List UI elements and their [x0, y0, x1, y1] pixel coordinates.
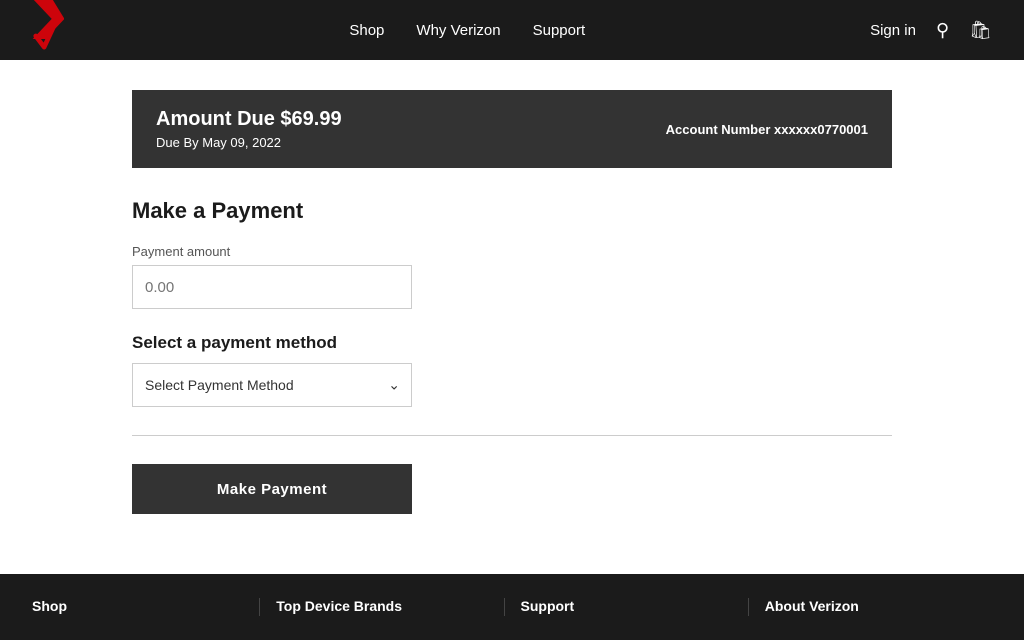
- payment-amount-label: Payment amount: [132, 244, 892, 259]
- payment-method-label: Select a payment method: [132, 333, 892, 353]
- footer-col-about: About Verizon: [749, 598, 992, 616]
- due-date: Due By May 09, 2022: [156, 135, 342, 150]
- divider: [132, 435, 892, 436]
- payment-method-select[interactable]: Select Payment Method: [132, 363, 412, 407]
- nav-shop[interactable]: Shop: [349, 22, 384, 39]
- sign-in-link[interactable]: Sign in: [870, 22, 916, 39]
- nav-logo[interactable]: [32, 0, 64, 62]
- main-content: Amount Due $69.99 Due By May 09, 2022 Ac…: [112, 60, 912, 574]
- payment-method-wrapper: Select Payment Method ⌄: [132, 363, 412, 407]
- footer-col-title-about: About Verizon: [765, 598, 859, 614]
- search-icon[interactable]: ⚲: [936, 20, 949, 41]
- footer-col-title-brands: Top Device Brands: [276, 598, 402, 614]
- nav-support[interactable]: Support: [533, 22, 586, 39]
- nav-links: Shop Why Verizon Support: [349, 22, 585, 39]
- footer-col-title-shop: Shop: [32, 598, 67, 614]
- account-number-value: xxxxxx0770001: [774, 122, 868, 137]
- payment-method-group: Select a payment method Select Payment M…: [132, 333, 892, 407]
- page-title: Make a Payment: [132, 198, 892, 224]
- footer-col-shop: Shop: [32, 598, 260, 616]
- amount-due-title: Amount Due $69.99: [156, 108, 342, 131]
- payment-amount-group: Payment amount: [132, 244, 892, 309]
- account-number: Account Number xxxxxx0770001: [666, 122, 868, 137]
- footer-col-brands: Top Device Brands: [260, 598, 504, 616]
- footer: Shop Top Device Brands Support About Ver…: [0, 574, 1024, 640]
- cart-icon[interactable]: 🛍: [969, 20, 992, 41]
- nav-right: Sign in ⚲ 🛍: [870, 20, 992, 41]
- navbar: Shop Why Verizon Support Sign in ⚲ 🛍: [0, 0, 1024, 60]
- account-prefix: Account Number: [666, 122, 774, 137]
- amount-banner: Amount Due $69.99 Due By May 09, 2022 Ac…: [132, 90, 892, 168]
- payment-amount-input[interactable]: [132, 265, 412, 309]
- banner-left: Amount Due $69.99 Due By May 09, 2022: [156, 108, 342, 150]
- make-payment-button[interactable]: Make Payment: [132, 464, 412, 514]
- footer-col-support: Support: [505, 598, 749, 616]
- footer-col-title-support: Support: [521, 598, 575, 614]
- nav-why-verizon[interactable]: Why Verizon: [416, 22, 500, 39]
